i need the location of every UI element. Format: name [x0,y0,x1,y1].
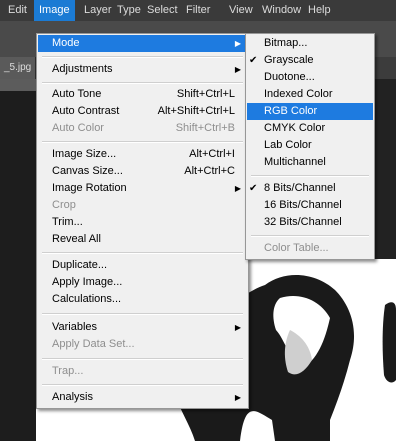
chevron-right-icon: ▶ [234,393,241,402]
menu-item-label: Trap... [52,365,84,377]
menu-item-label: Trim... [52,216,83,228]
menu-divider [42,313,243,315]
menu-item-label: Apply Image... [52,276,123,288]
menu-item-16-bits[interactable]: 16 Bits/Channel [247,197,373,214]
menu-divider [42,384,243,386]
menu-item-label: Grayscale [264,54,314,66]
menu-item-label: Adjustments [52,63,113,75]
menu-item-canvas-size[interactable]: Canvas Size... Alt+Ctrl+C [38,163,247,180]
menu-item-label: Crop [52,199,76,211]
menu-item-auto-contrast[interactable]: Auto Contrast Alt+Shift+Ctrl+L [38,103,247,120]
menu-item-grayscale[interactable]: ✔ Grayscale [247,52,373,69]
menu-item-rgb-color[interactable]: RGB Color [247,103,373,120]
menu-item-variables[interactable]: Variables ▶ [38,319,247,336]
menu-item-auto-color[interactable]: Auto Color Shift+Ctrl+B [38,120,247,137]
image-menu: Mode ▶ Adjustments ▶ Auto Tone Shift+Ctr… [36,33,249,409]
menu-item-indexed-color[interactable]: Indexed Color [247,86,373,103]
menu-item-label: 32 Bits/Channel [264,216,342,228]
menu-item-label: Canvas Size... [52,165,123,177]
menu-item-label: Calculations... [52,293,122,305]
menu-item-reveal-all[interactable]: Reveal All [38,231,247,248]
shortcut-label: Alt+Ctrl+C [184,165,235,177]
menu-divider [42,252,243,254]
shortcut-label: Alt+Ctrl+I [189,148,235,160]
chevron-right-icon: ▶ [234,323,241,332]
menu-item-multichannel[interactable]: Multichannel [247,154,373,171]
menu-item-label: Reveal All [52,233,101,245]
menu-item-label: Bitmap... [264,37,308,49]
menu-item-crop[interactable]: Crop [38,197,247,214]
menu-item-auto-tone[interactable]: Auto Tone Shift+Ctrl+L [38,86,247,103]
menu-item-label: Duplicate... [52,259,108,271]
menu-item-duplicate[interactable]: Duplicate... [38,257,247,274]
menu-item-label: Duotone... [264,71,315,83]
menu-divider [42,358,243,360]
menu-item-adjustments[interactable]: Adjustments ▶ [38,61,247,78]
menu-item-cmyk-color[interactable]: CMYK Color [247,120,373,137]
menu-item-lab-color[interactable]: Lab Color [247,137,373,154]
menu-item-label: Image Size... [52,148,117,160]
menu-item-label: Apply Data Set... [52,338,135,350]
menu-item-image-rotation[interactable]: Image Rotation ▶ [38,180,247,197]
menu-item-label: Analysis [52,391,93,403]
checkmark-icon: ✔ [249,55,258,66]
shortcut-label: Shift+Ctrl+B [175,122,235,134]
chevron-right-icon: ▶ [234,184,241,193]
menu-item-label: Auto Contrast [52,105,120,117]
chevron-right-icon: ▶ [234,65,241,74]
menu-divider [42,141,243,143]
menu-item-label: Variables [52,321,98,333]
menu-item-label: RGB Color [264,105,318,117]
menu-item-trim[interactable]: Trim... [38,214,247,231]
menu-item-label: Auto Color [52,122,104,134]
menu-item-color-table[interactable]: Color Table... [247,240,373,257]
menu-divider [251,235,369,237]
menu-item-apply-data-set[interactable]: Apply Data Set... [38,336,247,353]
menu-item-32-bits[interactable]: 32 Bits/Channel [247,214,373,231]
menu-item-label: Multichannel [264,156,326,168]
menu-divider [251,175,369,177]
menu-item-analysis[interactable]: Analysis ▶ [38,389,247,406]
menu-item-label: Indexed Color [264,88,333,100]
menu-item-label: CMYK Color [264,122,326,134]
chevron-right-icon: ▶ [234,39,241,48]
menu-item-bitmap[interactable]: Bitmap... [247,35,373,52]
menu-item-label: Auto Tone [52,88,102,100]
shortcut-label: Alt+Shift+Ctrl+L [157,105,235,117]
menu-item-apply-image[interactable]: Apply Image... [38,274,247,291]
checkmark-icon: ✔ [249,183,258,194]
menu-item-label: Lab Color [264,139,312,151]
shortcut-label: Shift+Ctrl+L [176,88,235,100]
menu-item-label: Color Table... [264,242,329,254]
menu-item-label: 8 Bits/Channel [264,182,336,194]
menu-item-label: Image Rotation [52,182,127,194]
menu-divider [42,56,243,58]
menu-item-calculations[interactable]: Calculations... [38,291,247,308]
menu-item-label: 16 Bits/Channel [264,199,342,211]
menu-item-image-size[interactable]: Image Size... Alt+Ctrl+I [38,146,247,163]
menu-divider [42,82,243,84]
menu-item-mode[interactable]: Mode ▶ [38,35,247,52]
menu-item-trap[interactable]: Trap... [38,363,247,380]
menu-item-8-bits[interactable]: ✔ 8 Bits/Channel [247,180,373,197]
mode-submenu: Bitmap... ✔ Grayscale Duotone... Indexed… [245,33,375,260]
menu-item-label: Mode [52,37,80,49]
menu-item-duotone[interactable]: Duotone... [247,69,373,86]
